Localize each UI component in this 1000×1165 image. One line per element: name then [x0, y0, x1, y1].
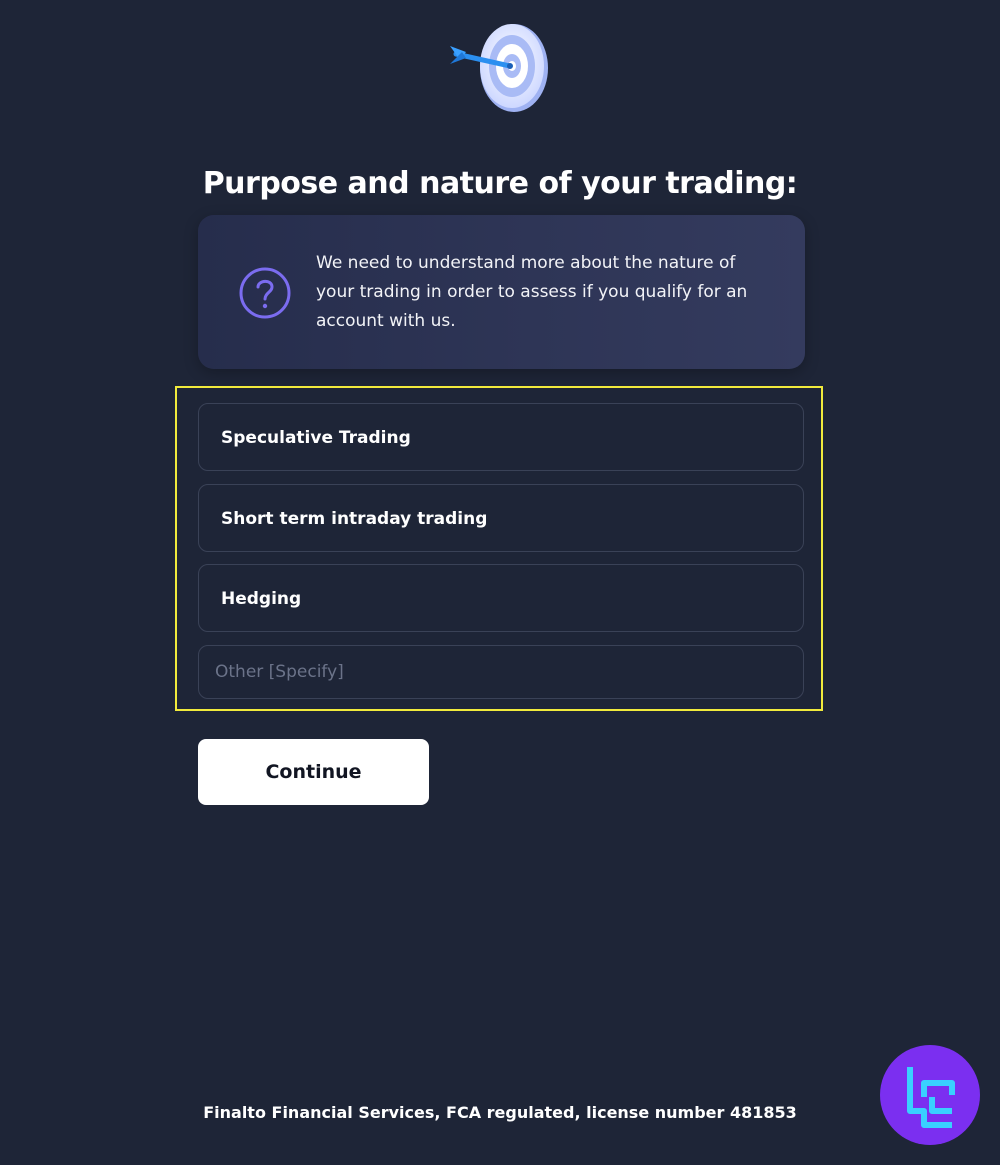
other-specify-input[interactable] — [198, 645, 804, 699]
option-label: Speculative Trading — [221, 428, 411, 448]
option-label: Hedging — [221, 589, 302, 609]
option-speculative-trading[interactable]: Speculative Trading — [198, 403, 804, 471]
tc-logo-badge-icon — [880, 1045, 980, 1145]
option-short-term-intraday-trading[interactable]: Short term intraday trading — [198, 484, 804, 552]
option-hedging[interactable]: Hedging — [198, 564, 804, 632]
info-card: We need to understand more about the nat… — [198, 215, 805, 369]
dart-target-icon — [450, 24, 548, 112]
page-title: Purpose and nature of your trading: — [202, 166, 798, 201]
info-text: We need to understand more about the nat… — [316, 253, 748, 331]
question-circle-icon — [239, 267, 291, 319]
option-label: Short term intraday trading — [221, 509, 488, 529]
footer-text: Finalto Financial Services, FCA regulate… — [203, 1103, 797, 1122]
page: Purpose and nature of your trading: We n… — [0, 0, 1000, 1165]
continue-button[interactable]: Continue — [198, 739, 429, 805]
